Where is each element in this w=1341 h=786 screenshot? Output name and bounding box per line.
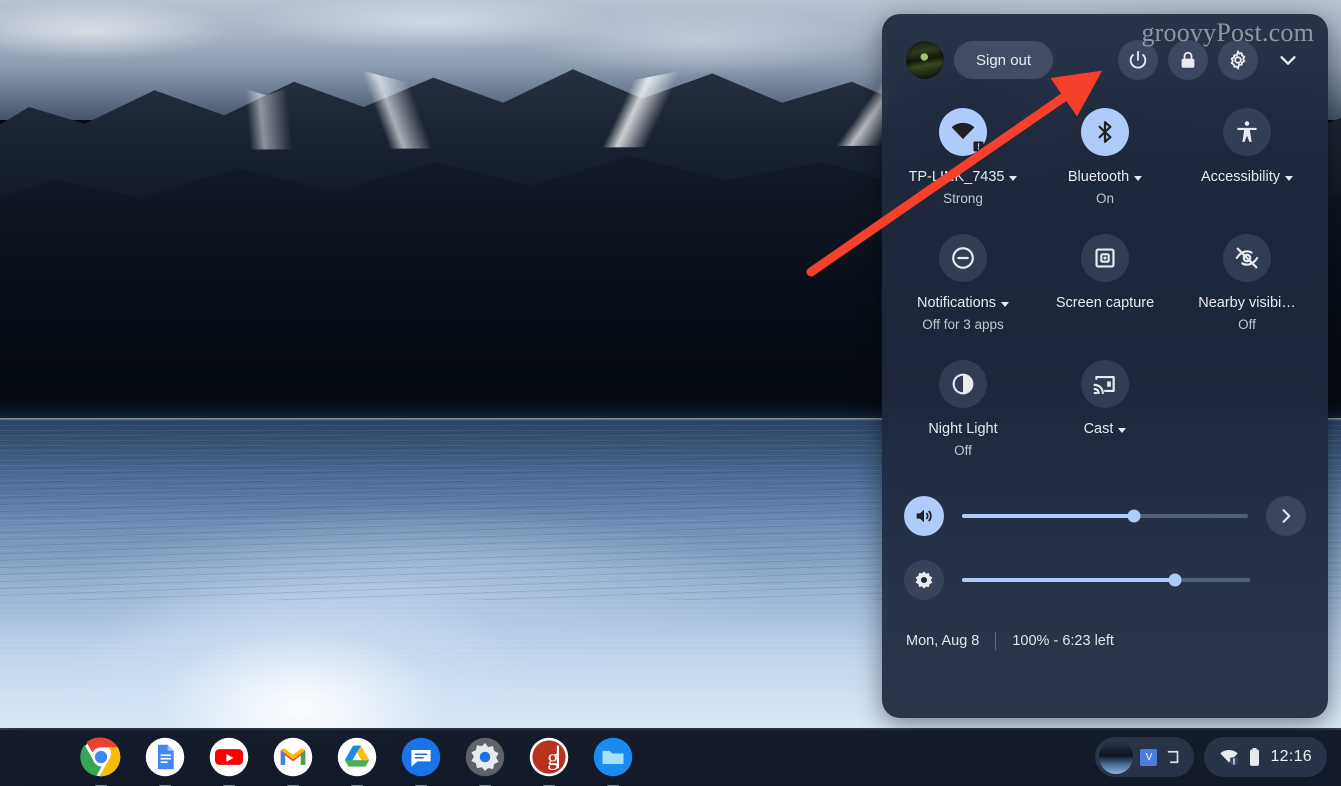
- tile-accessibility[interactable]: Accessibility: [1176, 96, 1318, 222]
- battery-label[interactable]: 100% - 6:23 left: [1012, 633, 1114, 649]
- tile-label-text: Screen capture: [1056, 295, 1154, 312]
- shelf: g V: [0, 728, 1341, 786]
- volume-slider-thumb[interactable]: [1127, 510, 1140, 523]
- shelf-app-google-drive[interactable]: [336, 736, 378, 778]
- footer-divider: [995, 632, 996, 650]
- volume-icon[interactable]: [904, 496, 944, 536]
- clock-label: 12:16: [1270, 748, 1312, 766]
- slider-section: [882, 474, 1328, 600]
- shelf-app-google-docs[interactable]: [144, 736, 186, 778]
- tile-bluetooth[interactable]: Bluetooth On: [1034, 96, 1176, 222]
- chevron-down-icon[interactable]: [1009, 176, 1017, 181]
- tile-label: Bluetooth: [1068, 169, 1142, 186]
- chevron-down-icon[interactable]: [1268, 40, 1308, 80]
- nearby-share-off-icon: [1223, 234, 1271, 282]
- wifi-icon: [1219, 747, 1239, 767]
- chevron-down-icon[interactable]: [1118, 428, 1126, 433]
- shelf-app-gmail[interactable]: [272, 736, 314, 778]
- shelf-app-files[interactable]: [592, 736, 634, 778]
- chevron-right-icon[interactable]: [1266, 496, 1306, 536]
- accessibility-icon: [1223, 108, 1271, 156]
- tile-night-light[interactable]: Night Light Off: [892, 348, 1034, 474]
- tile-label: TP-LINK_7435: [909, 169, 1018, 186]
- window-preview-pill[interactable]: V: [1095, 737, 1194, 777]
- screen-capture-icon: [1081, 234, 1129, 282]
- tile-sublabel: Off: [1238, 317, 1256, 332]
- lock-icon[interactable]: [1168, 40, 1208, 80]
- tile-label: Nearby visibi…: [1198, 295, 1296, 312]
- chevron-down-icon[interactable]: [1001, 302, 1009, 307]
- preview-badge[interactable]: V: [1140, 749, 1157, 766]
- tile-screen-capture[interactable]: Screen capture: [1034, 222, 1176, 348]
- wifi-icon: [939, 108, 987, 156]
- night-light-icon: [939, 360, 987, 408]
- shelf-app-settings[interactable]: [464, 736, 506, 778]
- gear-icon[interactable]: [1218, 40, 1258, 80]
- window-snap-icon[interactable]: [1164, 748, 1182, 766]
- power-icon[interactable]: [1118, 40, 1158, 80]
- do-not-disturb-icon: [939, 234, 987, 282]
- tile-nearby-visibility[interactable]: Nearby visibi… Off: [1176, 222, 1318, 348]
- tile-wifi[interactable]: TP-LINK_7435 Strong: [892, 96, 1034, 222]
- tile-label-text: TP-LINK_7435: [909, 169, 1005, 186]
- tile-label: Night Light: [928, 421, 997, 438]
- tile-notifications[interactable]: Notifications Off for 3 apps: [892, 222, 1034, 348]
- tile-sublabel: Strong: [943, 191, 983, 206]
- sign-out-button[interactable]: Sign out: [954, 41, 1053, 79]
- tile-sublabel: On: [1096, 191, 1114, 206]
- tile-label-text: Nearby visibi…: [1198, 295, 1296, 312]
- user-avatar[interactable]: [906, 41, 944, 79]
- tile-sublabel: Off for 3 apps: [922, 317, 1004, 332]
- tile-cast[interactable]: Cast: [1034, 348, 1176, 474]
- tile-label: Screen capture: [1056, 295, 1154, 312]
- shelf-app-chrome[interactable]: [80, 736, 122, 778]
- status-tray-pill[interactable]: 12:16: [1204, 737, 1327, 777]
- tile-label: Notifications: [917, 295, 1009, 312]
- shelf-app-groovypost[interactable]: g: [528, 736, 570, 778]
- quick-settings-footer: Mon, Aug 8 100% - 6:23 left: [882, 624, 1328, 650]
- brightness-icon[interactable]: [904, 560, 944, 600]
- brightness-slider[interactable]: [962, 578, 1250, 582]
- shelf-app-google-chat[interactable]: [400, 736, 442, 778]
- battery-full-icon: [1248, 747, 1261, 767]
- volume-slider-row: [904, 496, 1306, 536]
- brightness-slider-row: [904, 560, 1306, 600]
- chevron-down-icon[interactable]: [1134, 176, 1142, 181]
- bluetooth-icon: [1081, 108, 1129, 156]
- chevron-down-icon[interactable]: [1285, 176, 1293, 181]
- volume-slider[interactable]: [962, 514, 1248, 518]
- date-label[interactable]: Mon, Aug 8: [906, 633, 979, 649]
- shelf-apps: g: [80, 736, 634, 778]
- quick-settings-header: Sign out: [882, 14, 1328, 80]
- brightness-slider-thumb[interactable]: [1169, 574, 1182, 587]
- cast-icon: [1081, 360, 1129, 408]
- tile-label-text: Accessibility: [1201, 169, 1280, 186]
- tile-label-text: Night Light: [928, 421, 997, 438]
- chromeos-desktop: groovyPost.com Sign out: [0, 0, 1341, 786]
- tile-label-text: Bluetooth: [1068, 169, 1129, 186]
- tile-label: Accessibility: [1201, 169, 1293, 186]
- quick-settings-tiles: TP-LINK_7435 Strong Bluetooth On: [882, 80, 1328, 474]
- tile-label-text: Cast: [1084, 421, 1114, 438]
- brightness-slider-fill: [962, 578, 1175, 582]
- tile-sublabel: Off: [954, 443, 972, 458]
- window-thumbnail[interactable]: [1099, 740, 1133, 774]
- tile-label: Cast: [1084, 421, 1127, 438]
- system-tray: V 12:16: [1095, 737, 1327, 777]
- volume-slider-fill: [962, 514, 1134, 518]
- shelf-app-youtube[interactable]: [208, 736, 250, 778]
- tile-label-text: Notifications: [917, 295, 996, 312]
- quick-settings-panel: groovyPost.com Sign out: [882, 14, 1328, 718]
